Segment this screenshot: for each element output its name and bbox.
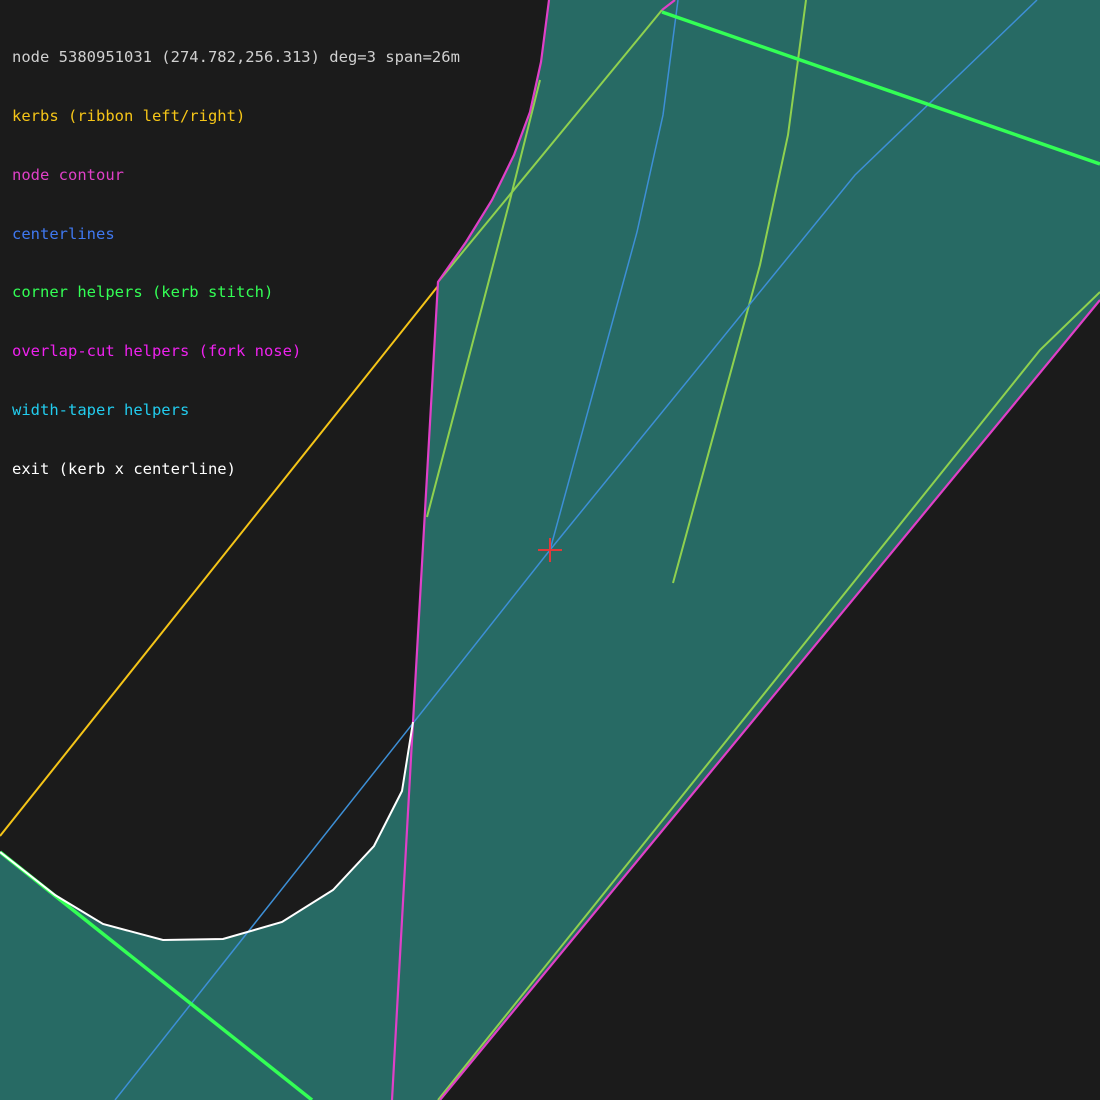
road-surface <box>392 0 1100 1100</box>
legend-centerlines: centerlines <box>12 224 115 243</box>
road-surface-left <box>0 722 413 1100</box>
legend-node-contour: node contour <box>12 165 124 184</box>
legend-exit: exit (kerb x centerline) <box>12 459 236 478</box>
legend-kerbs: kerbs (ribbon left/right) <box>12 106 246 125</box>
legend-width-taper-helpers: width-taper helpers <box>12 400 190 419</box>
legend-panel: node 5380951031 (274.782,256.313) deg=3 … <box>12 9 460 499</box>
legend-corner-helpers: corner helpers (kerb stitch) <box>12 283 274 302</box>
node-header: node 5380951031 (274.782,256.313) deg=3 … <box>12 48 460 67</box>
legend-overlap-cut-helpers: overlap-cut helpers (fork nose) <box>12 342 302 361</box>
